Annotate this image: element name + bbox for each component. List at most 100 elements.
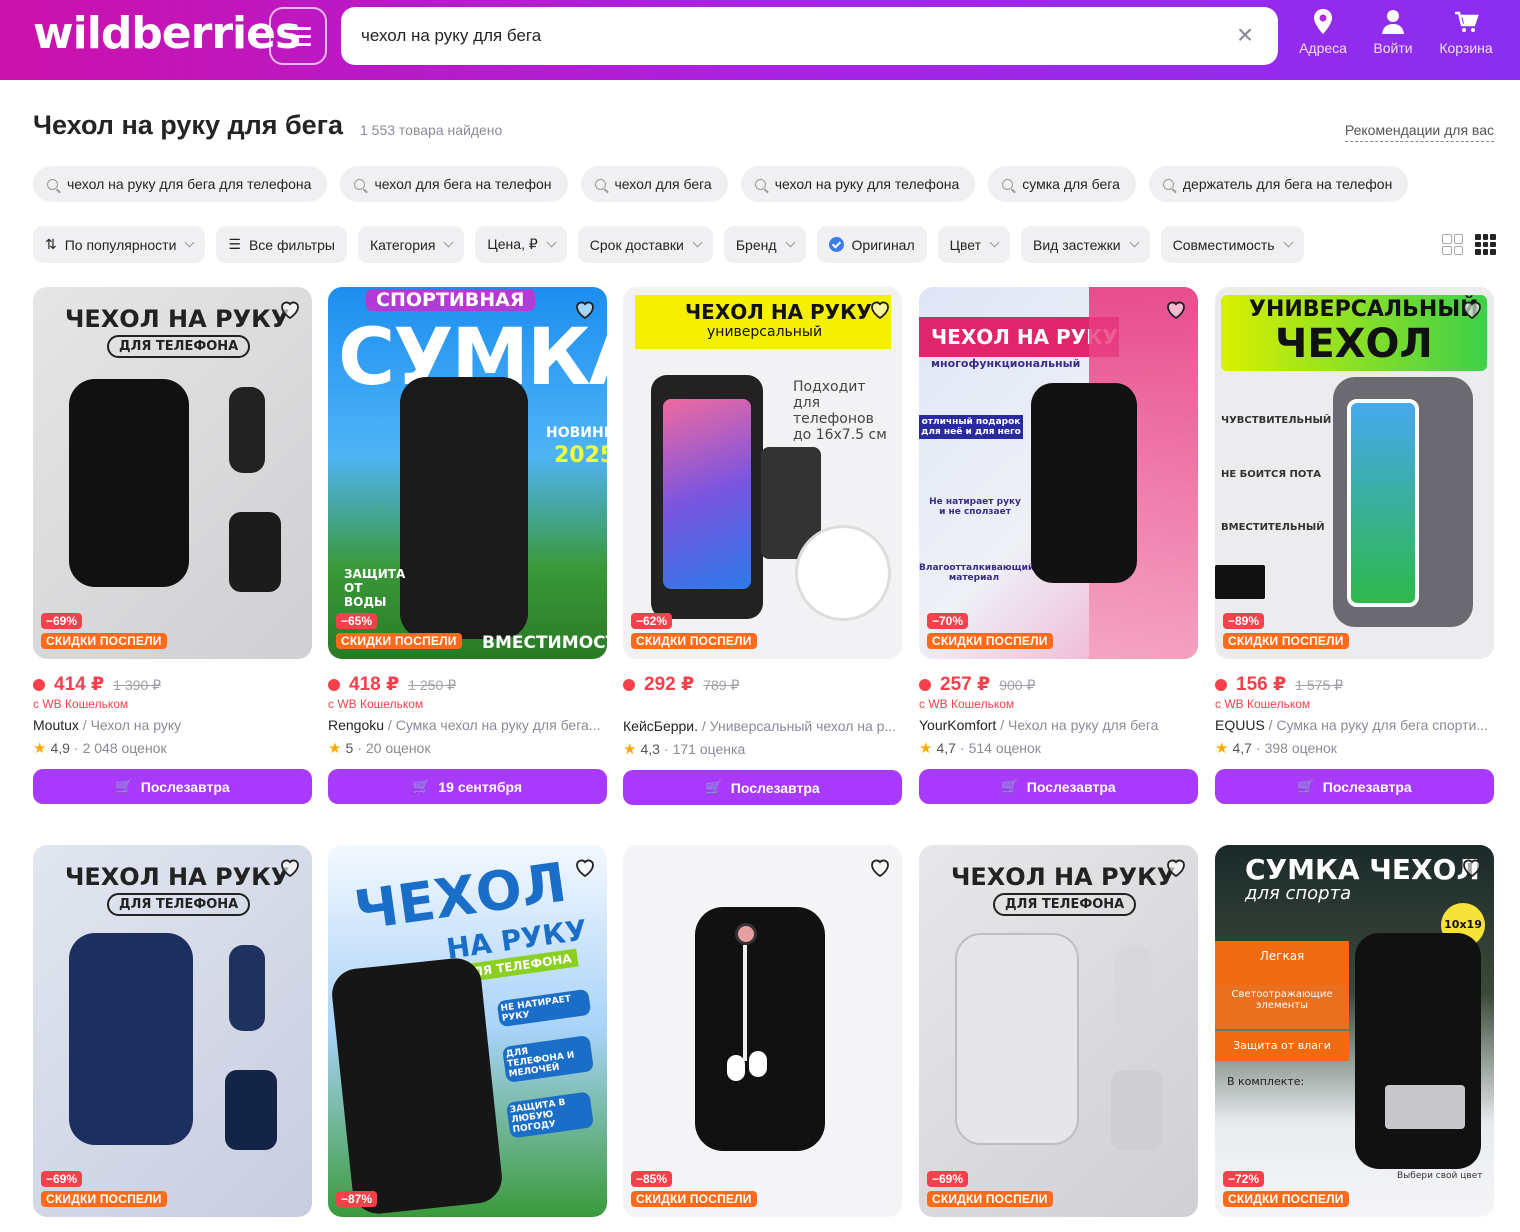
heart-icon[interactable] [278,855,302,879]
image-caption: для спорта [1245,883,1352,904]
price: 418 ₽ [349,674,400,695]
heart-icon[interactable] [1460,855,1484,879]
filter-original[interactable]: Оригинал [816,226,927,263]
login-button[interactable]: Войти [1360,8,1426,56]
image-caption: ЧЕХОЛ НА РУКУ [951,863,1176,891]
sort-button[interactable]: ⇅ По популярности [33,226,206,263]
price-row: 156 ₽ 1 575 ₽ [1215,673,1494,695]
old-price: 789 ₽ [703,677,740,693]
rating: ★ 4,7 · 514 оценок [919,740,1041,757]
cart-icon: 🛒 [1001,778,1019,794]
grid-large-icon[interactable] [1442,234,1463,255]
image-caption: ДЛЯ ТЕЛЕФОНА И МЕЛОЧЕЙ [501,1035,595,1083]
cart-icon: 🛒 [1297,778,1315,794]
promo-badge: СКИДКИ ПОСПЕЛИ [631,633,757,649]
header-bar: wildberries × Адреса Войти Корзина [0,0,1520,80]
search-input[interactable] [361,7,1221,65]
price: 414 ₽ [54,674,105,695]
filter-price[interactable]: Цена, ₽ [475,226,567,263]
product-name[interactable]: YourKomfort / Чехол на руку для бега [919,717,1198,733]
star-icon: ★ [328,740,342,757]
filter-category[interactable]: Категория [357,226,465,263]
runner-photo [795,525,891,621]
chevron-down-icon [989,237,1000,248]
logo[interactable]: wildberries [33,8,301,59]
heart-icon[interactable] [868,297,892,321]
suggestion-chip[interactable]: сумка для бега [988,166,1136,202]
product-card[interactable]: УНИВЕРСАЛЬНЫЙ ЧЕХОЛ ЧУВСТВИТЕЛЬНЫЙ НЕ БО… [1215,287,1494,804]
cart-button[interactable]: Корзина [1433,8,1499,56]
product-card[interactable]: ЧЕХОЛ НА РУКУ ДЛЯ ТЕЛЕФОНА −69% СКИДКИ П… [33,845,312,1217]
product-card[interactable]: СПОРТИВНАЯ СУМКА НОВИНКА 2025 ЗАЩИТА ОТ … [328,287,607,804]
product-image[interactable]: ЧЕХОЛ НА РУКУ многофункциональный отличн… [919,287,1198,659]
discount-badge: −69% [41,1171,83,1187]
discount-badge: −87% [336,1191,378,1207]
image-caption: НЕ НАТИРАЕТ РУКУ [496,988,592,1028]
product-image[interactable]: СПОРТИВНАЯ СУМКА НОВИНКА 2025 ЗАЩИТА ОТ … [328,287,607,659]
add-to-cart-button[interactable]: 🛒 Послезавтра [919,769,1198,804]
product-image[interactable]: ЧЕХОЛ НА РУКУ ДЛЯ ТЕЛЕФОНА НЕ НАТИРАЕТ Р… [328,845,607,1217]
addresses-button[interactable]: Адреса [1290,8,1356,56]
product-name[interactable]: EQUUS / Сумка на руку для бега спорти... [1215,717,1494,733]
heart-icon[interactable] [868,855,892,879]
product-image[interactable]: ЧЕХОЛ НА РУКУ ДЛЯ ТЕЛЕФОНА −69% СКИДКИ П… [33,287,312,659]
promo-badge: СКИДКИ ПОСПЕЛИ [631,1191,757,1207]
add-to-cart-button[interactable]: 🛒 19 сентября [328,769,607,804]
clear-icon[interactable]: × [1230,21,1260,51]
image-caption: В комплекте: [1227,1075,1305,1088]
heart-icon[interactable] [1164,297,1188,321]
heart-icon[interactable] [278,297,302,321]
image-caption: Легкая [1215,941,1349,985]
heart-icon[interactable] [573,297,597,321]
product-image[interactable]: УНИВЕРСАЛЬНЫЙ ЧЕХОЛ ЧУВСТВИТЕЛЬНЫЙ НЕ БО… [1215,287,1494,659]
grid-small-icon[interactable] [1475,234,1496,255]
menu-button[interactable] [269,7,327,65]
product-image[interactable]: ЧЕХОЛ НА РУКУ ДЛЯ ТЕЛЕФОНА −69% СКИДКИ П… [919,845,1198,1217]
suggestion-chip[interactable]: держатель для бега на телефон [1148,166,1409,202]
image-caption: 2025 [554,443,607,468]
recommendations-link[interactable]: Рекомендации для вас [1344,122,1494,142]
product-card[interactable]: −85% СКИДКИ ПОСПЕЛИ [623,845,902,1217]
filter-fastener[interactable]: Вид застежки [1021,226,1150,263]
heart-icon[interactable] [1164,855,1188,879]
image-caption: ДЛЯ ТЕЛЕФОНА [107,335,251,358]
filter-compat[interactable]: Совместимость [1160,226,1304,263]
chevron-down-icon [184,237,195,248]
product-name[interactable]: КейсБерри. / Универсальный чехол на р... [623,718,902,734]
product-card[interactable]: ЧЕХОЛ НА РУКУ ДЛЯ ТЕЛЕФОНА −69% СКИДКИ П… [919,845,1198,1217]
suggestion-chip[interactable]: чехол на руку для телефона [740,166,976,202]
product-image[interactable]: СУМКА ЧЕХОЛ для спорта 10х19 Легкая Свет… [1215,845,1494,1217]
heart-icon[interactable] [573,855,597,879]
heart-icon[interactable] [1460,297,1484,321]
image-caption: НЕ БОИТСЯ ПОТА [1221,469,1321,480]
filter-bar: ⇅ По популярности ☰ Все фильтры Категория … [33,226,1304,263]
filter-brand[interactable]: Бренд [723,226,806,263]
chevron-down-icon [785,237,795,248]
add-to-cart-button[interactable]: 🛒 Послезавтра [1215,769,1494,804]
filter-delivery[interactable]: Срок доставки [577,226,713,263]
suggestion-chip[interactable]: чехол для бега [580,166,728,202]
product-image[interactable]: ЧЕХОЛ НА РУКУ ДЛЯ ТЕЛЕФОНА −69% СКИДКИ П… [33,845,312,1217]
product-card[interactable]: ЧЕХОЛ НА РУКУ ДЛЯ ТЕЛЕФОНА НЕ НАТИРАЕТ Р… [328,845,607,1217]
product-card[interactable]: ЧЕХОЛ НА РУКУ многофункциональный отличн… [919,287,1198,804]
product-image[interactable]: ЧЕХОЛ НА РУКУ универсальный Подходит для… [623,287,902,659]
product-card[interactable]: ЧЕХОЛ НА РУКУ универсальный Подходит для… [623,287,902,805]
product-card[interactable]: СУМКА ЧЕХОЛ для спорта 10х19 Легкая Свет… [1215,845,1494,1217]
product-card[interactable]: ЧЕХОЛ НА РУКУ ДЛЯ ТЕЛЕФОНА −69% СКИДКИ П… [33,287,312,804]
old-price: 1 390 ₽ [113,677,162,693]
product-image[interactable]: −85% СКИДКИ ПОСПЕЛИ [623,845,902,1217]
add-to-cart-button[interactable]: 🛒 Послезавтра [33,769,312,804]
product-name[interactable]: Moutux / Чехол на руку [33,717,312,733]
product-name[interactable]: Rengoku / Сумка чехол на руку для бега..… [328,717,607,733]
image-caption: ЗАЩИТА В ЛЮБУЮ ПОГОДУ [505,1091,595,1139]
image-caption: ЧЕХОЛ НА РУКУ [685,300,872,324]
price-row: 292 ₽ 789 ₽ [623,673,902,695]
suggestion-chip[interactable]: чехол для бега на телефон [340,166,568,202]
filter-color[interactable]: Цвет [937,226,1010,263]
image-caption: многофункциональный [931,357,1081,370]
promo-badge: СКИДКИ ПОСПЕЛИ [41,633,167,649]
suggestion-chip[interactable]: чехол на руку для бега для телефона [33,166,328,202]
add-to-cart-button[interactable]: 🛒 Послезавтра [623,770,902,805]
chevron-down-icon [546,237,557,248]
all-filters-button[interactable]: ☰ Все фильтры [216,226,347,263]
